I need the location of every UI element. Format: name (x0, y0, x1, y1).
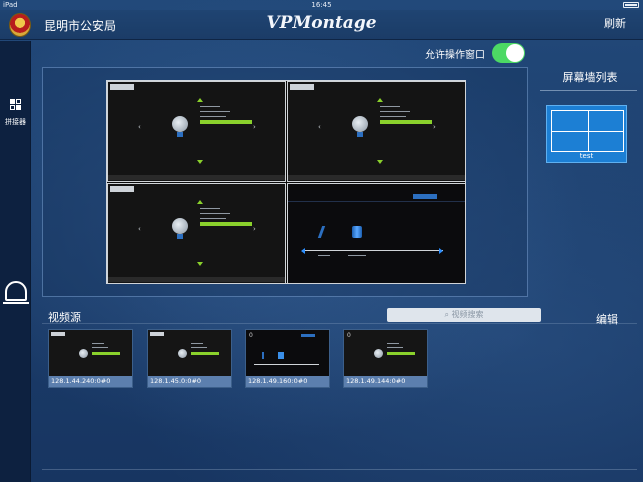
camera-tag-icon (110, 84, 134, 90)
sidebar-item-splicer[interactable]: 拼接器 (0, 96, 31, 127)
source-tag: 0 (347, 332, 351, 339)
sidebar: 拼接器 (0, 41, 31, 482)
satellite-dish-icon (352, 116, 368, 132)
highlight-bar (200, 120, 252, 124)
wrench-icon (317, 226, 331, 238)
satellite-dish-icon (172, 116, 188, 132)
storage-icon (352, 226, 362, 238)
divider (42, 469, 637, 470)
search-icon: ⌕ (444, 310, 449, 319)
source-thumbnail[interactable]: 0 128.1.49.144:0#0 (343, 329, 428, 388)
dish-stand (177, 132, 183, 137)
source-thumbnail[interactable]: 128.1.44.240:0#0 (48, 329, 133, 388)
source-name: 128.1.44.240:0#0 (49, 376, 132, 387)
header-bar: 昆明市公安局 VPMontage 刷新 (0, 10, 643, 40)
source-name: 128.1.45.0:0#0 (148, 376, 231, 387)
wall-cell[interactable] (287, 183, 466, 284)
chevron-right-icon: › (253, 123, 256, 131)
source-preview: 0 (246, 330, 329, 376)
chevron-right-icon: › (433, 123, 436, 131)
sidebar-item-monitor[interactable] (0, 281, 31, 305)
grid-splice-icon (9, 99, 22, 111)
chevron-right-icon: › (253, 225, 256, 233)
source-search-input[interactable]: ⌕ 视频搜索 (387, 308, 541, 322)
screen-list-title: 屏幕墙列表 (562, 71, 618, 84)
allow-window-label: 允许操作窗口 (425, 50, 485, 61)
chevron-left-icon: ‹ (138, 123, 141, 131)
wall-cell[interactable]: ‹ › (107, 183, 286, 284)
wall-cell[interactable]: ‹ › (107, 81, 286, 182)
wall-cell[interactable]: ‹ › (287, 81, 466, 182)
monitor-wall-icon (2, 281, 29, 304)
monitor-wall-grid: ‹ › ‹ › ‹ › (106, 80, 466, 284)
source-preview: 0 (344, 330, 427, 376)
source-thumbnail[interactable]: 0 128.1.49.160:0#0 (245, 329, 330, 388)
divider (42, 323, 637, 324)
source-thumbnail[interactable]: 128.1.45.0:0#0 (147, 329, 232, 388)
source-name: 128.1.49.160:0#0 (246, 376, 329, 387)
screen-wall-name: test (579, 152, 594, 160)
source-tag: 0 (249, 332, 253, 339)
clock: 16:45 (311, 1, 332, 9)
camera-tag-icon (110, 186, 134, 192)
dish-stand (177, 234, 183, 239)
chevron-left-icon: ‹ (138, 225, 141, 233)
wall-layout-icon (551, 110, 624, 152)
battery-icon (621, 0, 639, 10)
allow-window-toggle[interactable] (492, 43, 525, 63)
screen-wall-card[interactable]: test (546, 105, 627, 163)
divider (540, 90, 637, 91)
source-preview (148, 330, 231, 376)
app-title: VPMontage (266, 13, 377, 33)
menu-tab (413, 194, 437, 199)
status-bar: iPad 16:45 (0, 0, 643, 10)
highlight-bar (380, 120, 432, 124)
sidebar-item-label: 拼接器 (5, 118, 26, 126)
search-placeholder: 视频搜索 (451, 310, 484, 319)
source-preview (49, 330, 132, 376)
edit-button[interactable]: 编辑 (596, 311, 618, 327)
source-name: 128.1.49.144:0#0 (344, 376, 427, 387)
highlight-bar (200, 222, 252, 226)
refresh-button[interactable]: 刷新 (604, 15, 626, 31)
camera-tag-icon (290, 84, 314, 90)
dish-stand (357, 132, 363, 137)
chevron-left-icon: ‹ (318, 123, 321, 131)
satellite-dish-icon (172, 218, 188, 234)
